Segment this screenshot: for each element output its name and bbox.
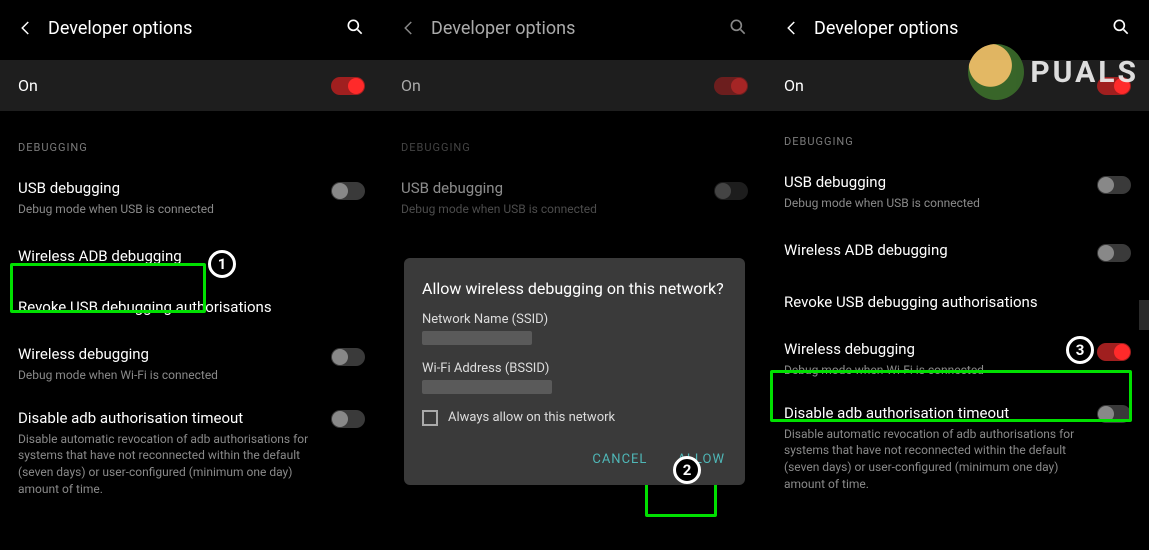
setting-revoke-auth[interactable]: Revoke USB debugging authorisations xyxy=(0,283,383,332)
section-debugging: DEBUGGING xyxy=(766,111,1149,160)
setting-sub: Debug mode when Wi-Fi is connected xyxy=(784,362,1087,379)
edge-tab xyxy=(1139,300,1149,330)
search-icon[interactable] xyxy=(345,17,367,39)
setting-sub: Disable automatic revocation of adb auth… xyxy=(18,431,321,498)
screen-1: Developer options On DEBUGGING USB debug… xyxy=(0,0,383,550)
badge-2: 2 xyxy=(673,456,701,484)
screen-3: Developer options On DEBUGGING USB debug… xyxy=(766,0,1149,550)
highlight-2 xyxy=(645,481,717,517)
header: Developer options xyxy=(0,0,383,56)
search-icon[interactable] xyxy=(1111,17,1133,39)
back-icon[interactable] xyxy=(782,18,802,38)
disable-timeout-toggle[interactable] xyxy=(331,410,365,428)
always-allow-row[interactable]: Always allow on this network xyxy=(422,410,727,426)
setting-disable-timeout[interactable]: Disable adb authorisation timeout Disabl… xyxy=(766,391,1149,505)
back-icon[interactable] xyxy=(399,18,419,38)
page-title: Developer options xyxy=(431,18,728,39)
wireless-debugging-toggle[interactable] xyxy=(331,348,365,366)
setting-label: USB debugging xyxy=(401,178,704,199)
master-toggle-label: On xyxy=(401,76,421,95)
master-toggle-row[interactable]: On xyxy=(383,60,766,111)
screen-2: Developer options On DEBUGGING USB debug… xyxy=(383,0,766,550)
disable-timeout-toggle[interactable] xyxy=(1097,405,1131,423)
setting-sub: Debug mode when USB is connected xyxy=(401,201,704,218)
setting-label: Wireless ADB debugging xyxy=(18,246,355,267)
setting-wireless-debugging[interactable]: Wireless debugging Debug mode when Wi-Fi… xyxy=(766,327,1149,391)
setting-wireless-adb[interactable]: Wireless ADB debugging xyxy=(766,224,1149,278)
ssid-redacted xyxy=(422,331,532,345)
setting-label: Disable adb authorisation timeout xyxy=(18,408,321,429)
master-toggle[interactable] xyxy=(331,77,365,95)
setting-wireless-adb[interactable]: Wireless ADB debugging xyxy=(0,230,383,283)
page-title: Developer options xyxy=(814,18,1111,39)
master-toggle-label: On xyxy=(784,76,804,95)
setting-usb-debugging: USB debugging Debug mode when USB is con… xyxy=(383,166,766,230)
header: Developer options xyxy=(383,0,766,56)
usb-debugging-toggle[interactable] xyxy=(1097,176,1131,194)
back-icon[interactable] xyxy=(16,18,36,38)
setting-label: Revoke USB debugging authorisations xyxy=(18,297,355,318)
setting-label: Wireless debugging xyxy=(784,339,1087,360)
dialog-title: Allow wireless debugging on this network… xyxy=(422,278,727,300)
usb-debugging-toggle[interactable] xyxy=(331,182,365,200)
setting-usb-debugging[interactable]: USB debugging Debug mode when USB is con… xyxy=(0,166,383,230)
setting-revoke-auth[interactable]: Revoke USB debugging authorisations xyxy=(766,278,1149,327)
setting-label: Disable adb authorisation timeout xyxy=(784,403,1087,424)
master-toggle-row[interactable]: On xyxy=(0,60,383,111)
setting-sub: Disable automatic revocation of adb auth… xyxy=(784,426,1087,493)
wireless-debugging-toggle[interactable] xyxy=(1097,343,1131,361)
setting-label: Wireless debugging xyxy=(18,344,321,365)
ssid-label: Network Name (SSID) xyxy=(422,312,727,327)
setting-sub: Debug mode when Wi-Fi is connected xyxy=(18,367,321,384)
section-debugging: DEBUGGING xyxy=(383,111,766,166)
setting-disable-timeout[interactable]: Disable adb authorisation timeout Disabl… xyxy=(0,396,383,510)
search-icon[interactable] xyxy=(728,17,750,39)
setting-label: Wireless ADB debugging xyxy=(784,240,1087,261)
setting-sub: Debug mode when USB is connected xyxy=(784,195,1087,212)
always-allow-label: Always allow on this network xyxy=(448,410,615,425)
setting-label: USB debugging xyxy=(18,178,321,199)
usb-debugging-toggle xyxy=(714,182,748,200)
wireless-debugging-dialog: Allow wireless debugging on this network… xyxy=(404,258,745,485)
bssid-redacted xyxy=(422,380,552,394)
badge-3: 3 xyxy=(1066,336,1094,364)
setting-wireless-debugging[interactable]: Wireless debugging Debug mode when Wi-Fi… xyxy=(0,332,383,396)
section-debugging: DEBUGGING xyxy=(0,111,383,166)
badge-1: 1 xyxy=(208,250,236,278)
watermark-appuals: PUALS xyxy=(968,44,1139,100)
watermark-text: PUALS xyxy=(1030,55,1139,90)
always-allow-checkbox[interactable] xyxy=(422,410,438,426)
page-title: Developer options xyxy=(48,18,345,39)
setting-sub: Debug mode when USB is connected xyxy=(18,201,321,218)
setting-label: USB debugging xyxy=(784,172,1087,193)
wireless-adb-toggle[interactable] xyxy=(1097,244,1131,262)
master-toggle-label: On xyxy=(18,76,38,95)
setting-usb-debugging[interactable]: USB debugging Debug mode when USB is con… xyxy=(766,160,1149,224)
cancel-button[interactable]: CANCEL xyxy=(590,448,649,471)
setting-label: Revoke USB debugging authorisations xyxy=(784,292,1121,313)
bssid-label: Wi-Fi Address (BSSID) xyxy=(422,361,727,376)
appuals-logo-icon xyxy=(968,44,1024,100)
master-toggle[interactable] xyxy=(714,77,748,95)
